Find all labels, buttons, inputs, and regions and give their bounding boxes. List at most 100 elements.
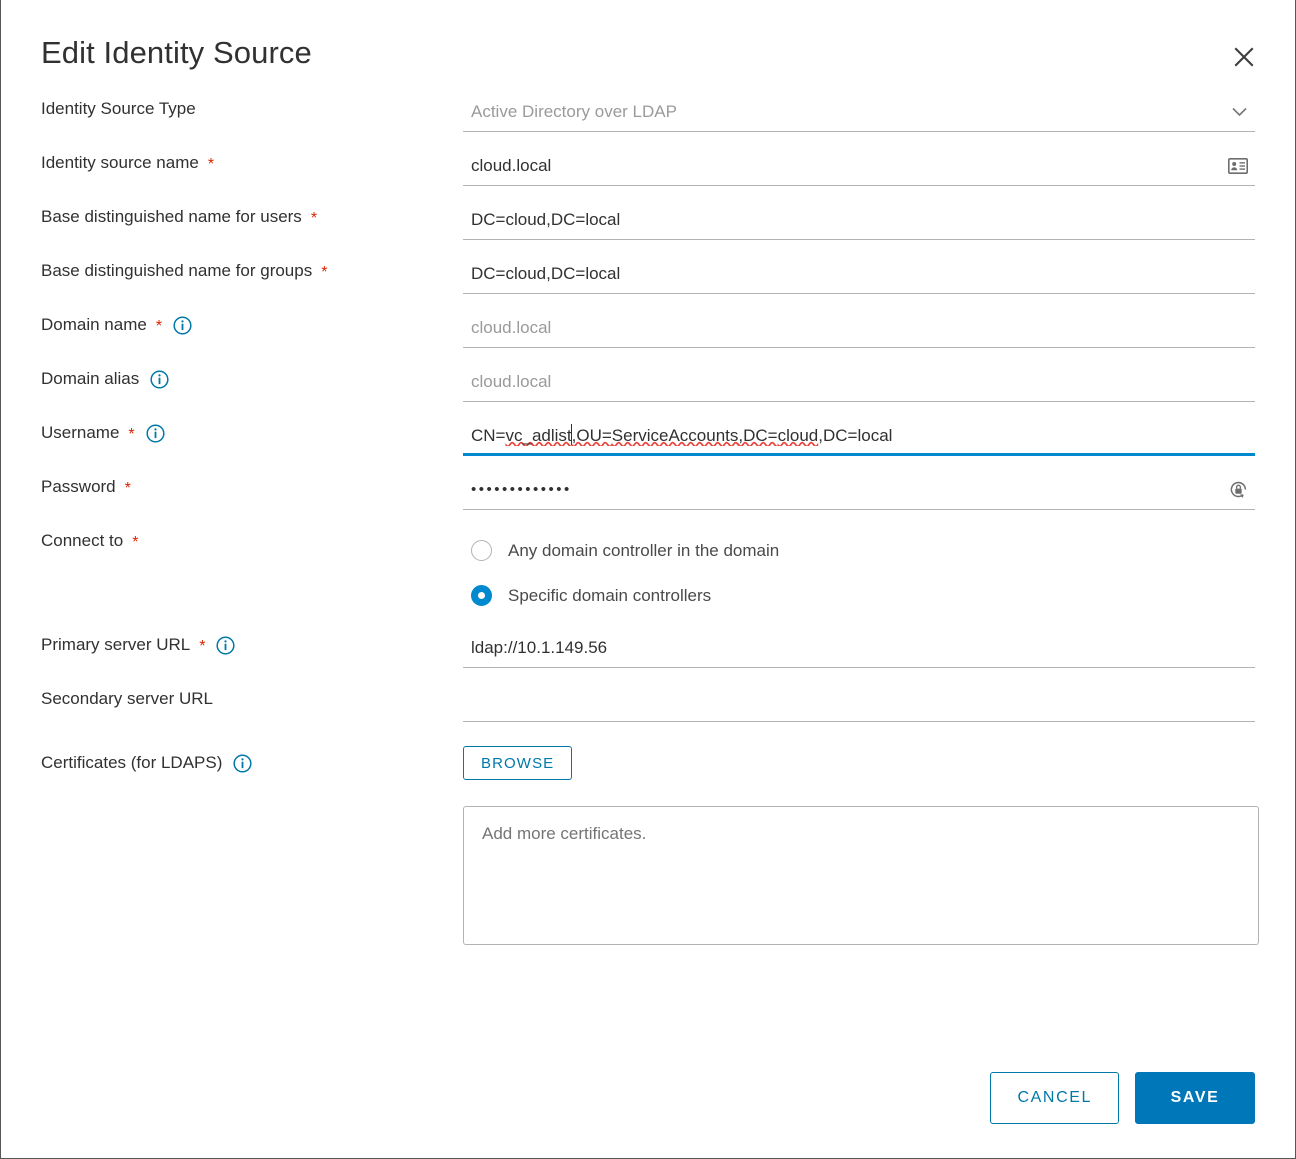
- edit-identity-source-dialog: Edit Identity Source Identity Source Typ…: [0, 0, 1296, 1159]
- dialog-header: Edit Identity Source: [1, 0, 1295, 92]
- base-dn-users-input[interactable]: DC=cloud,DC=local: [463, 200, 1255, 240]
- password-lock-icon[interactable]: [1227, 479, 1249, 501]
- info-icon[interactable]: [233, 754, 252, 773]
- label-text: Identity source name: [41, 152, 199, 174]
- radio-circle-icon: [471, 540, 492, 561]
- required-asterisk: *: [199, 639, 205, 655]
- username-part-dc1-key: ,DC=: [738, 426, 777, 445]
- info-icon[interactable]: [173, 316, 192, 335]
- base-dn-groups-value: DC=cloud,DC=local: [471, 264, 620, 284]
- field-row-connect-to: Connect to * Any domain controller in th…: [41, 524, 1255, 618]
- label-text: Domain alias: [41, 368, 139, 390]
- field-row-identity-source-name: Identity source name * cloud.local: [41, 146, 1255, 200]
- domain-name-placeholder: cloud.local: [471, 318, 551, 338]
- label-domain-alias: Domain alias: [41, 362, 463, 390]
- field-row-certificates: Certificates (for LDAPS) BROWSE Add more…: [41, 746, 1255, 945]
- control-base-dn-groups: DC=cloud,DC=local: [463, 254, 1255, 294]
- radio-circle-selected-icon: [471, 585, 492, 606]
- identity-source-form: Identity Source Type Active Directory ov…: [1, 92, 1295, 945]
- field-row-username: Username * CN=vc_adlist,OU=ServiceAccoun…: [41, 416, 1255, 470]
- control-username: CN=vc_adlist,OU=ServiceAccounts,DC=cloud…: [463, 416, 1255, 456]
- contact-card-icon[interactable]: [1227, 155, 1249, 177]
- info-icon[interactable]: [216, 636, 235, 655]
- label-text: Username: [41, 422, 119, 444]
- required-asterisk: *: [128, 427, 134, 443]
- control-domain-name: cloud.local: [463, 308, 1255, 348]
- primary-server-url-input[interactable]: ldap://10.1.149.56: [463, 628, 1255, 668]
- username-input[interactable]: CN=vc_adlist,OU=ServiceAccounts,DC=cloud…: [463, 416, 1255, 456]
- username-value: CN=vc_adlist,OU=ServiceAccounts,DC=cloud…: [471, 424, 892, 446]
- radio-any-domain-controller[interactable]: Any domain controller in the domain: [463, 528, 1255, 573]
- cancel-button[interactable]: CANCEL: [990, 1072, 1119, 1124]
- label-base-dn-groups: Base distinguished name for groups *: [41, 254, 463, 282]
- label-username: Username *: [41, 416, 463, 444]
- secondary-server-url-input[interactable]: [463, 682, 1255, 722]
- radio-label: Specific domain controllers: [508, 586, 711, 606]
- spacer: [41, 618, 1255, 628]
- required-asterisk: *: [132, 535, 138, 551]
- label-certificates: Certificates (for LDAPS): [41, 746, 463, 774]
- label-text: Base distinguished name for users: [41, 206, 302, 228]
- identity-source-type-select[interactable]: Active Directory over LDAP: [463, 92, 1255, 132]
- required-asterisk: *: [208, 157, 214, 173]
- username-part-cn: CN=: [471, 426, 505, 445]
- certificates-placeholder: Add more certificates.: [482, 824, 646, 843]
- field-row-identity-source-type: Identity Source Type Active Directory ov…: [41, 92, 1255, 146]
- spacer: [41, 736, 1255, 746]
- field-row-password: Password * •••••••••••••: [41, 470, 1255, 524]
- domain-alias-placeholder: cloud.local: [471, 372, 551, 392]
- required-asterisk: *: [125, 481, 131, 497]
- browse-button[interactable]: BROWSE: [463, 746, 572, 780]
- certificates-dropzone[interactable]: Add more certificates.: [463, 806, 1259, 945]
- password-value: •••••••••••••: [471, 481, 572, 498]
- control-password: •••••••••••••: [463, 470, 1255, 510]
- base-dn-groups-input[interactable]: DC=cloud,DC=local: [463, 254, 1255, 294]
- field-row-primary-server-url: Primary server URL * ldap://10.1.149.56: [41, 628, 1255, 682]
- control-secondary-server-url: [463, 682, 1255, 722]
- control-identity-source-name: cloud.local: [463, 146, 1255, 186]
- control-primary-server-url: ldap://10.1.149.56: [463, 628, 1255, 668]
- field-row-secondary-server-url: Secondary server URL: [41, 682, 1255, 736]
- control-certificates: BROWSE Add more certificates.: [463, 746, 1259, 945]
- dialog-footer: CANCEL SAVE: [990, 1072, 1255, 1124]
- label-text: Identity Source Type: [41, 98, 196, 120]
- field-row-domain-alias: Domain alias cloud.local: [41, 362, 1255, 416]
- username-part-ou-key: ,OU=: [572, 426, 612, 445]
- label-text: Secondary server URL: [41, 688, 213, 710]
- label-text: Primary server URL: [41, 634, 190, 656]
- radio-specific-domain-controllers[interactable]: Specific domain controllers: [463, 573, 1255, 618]
- label-secondary-server-url: Secondary server URL: [41, 682, 463, 710]
- label-identity-source-type: Identity Source Type: [41, 92, 463, 120]
- chevron-down-icon[interactable]: [1229, 102, 1249, 122]
- control-identity-source-type: Active Directory over LDAP: [463, 92, 1255, 132]
- label-text: Certificates (for LDAPS): [41, 752, 222, 774]
- primary-server-url-value: ldap://10.1.149.56: [471, 638, 607, 658]
- field-row-base-dn-users: Base distinguished name for users * DC=c…: [41, 200, 1255, 254]
- domain-name-input[interactable]: cloud.local: [463, 308, 1255, 348]
- password-input[interactable]: •••••••••••••: [463, 470, 1255, 510]
- label-domain-name: Domain name *: [41, 308, 463, 336]
- connect-to-radio-group: Any domain controller in the domain Spec…: [463, 524, 1255, 618]
- username-part-dc1-val: cloud: [778, 426, 819, 445]
- username-part-account: vc_adlist: [505, 426, 571, 445]
- label-base-dn-users: Base distinguished name for users *: [41, 200, 463, 228]
- label-text: Password: [41, 476, 116, 498]
- info-icon[interactable]: [150, 370, 169, 389]
- identity-source-name-input[interactable]: cloud.local: [463, 146, 1255, 186]
- field-row-domain-name: Domain name * cloud.local: [41, 308, 1255, 362]
- label-text: Base distinguished name for groups: [41, 260, 312, 282]
- label-text: Domain name: [41, 314, 147, 336]
- page-title: Edit Identity Source: [41, 34, 1255, 72]
- identity-source-name-value: cloud.local: [471, 156, 551, 176]
- field-row-base-dn-groups: Base distinguished name for groups * DC=…: [41, 254, 1255, 308]
- save-button[interactable]: SAVE: [1135, 1072, 1255, 1124]
- label-identity-source-name: Identity source name *: [41, 146, 463, 174]
- info-icon[interactable]: [146, 424, 165, 443]
- label-connect-to: Connect to *: [41, 524, 463, 552]
- required-asterisk: *: [156, 319, 162, 335]
- radio-label: Any domain controller in the domain: [508, 541, 779, 561]
- identity-source-type-value: Active Directory over LDAP: [471, 102, 677, 122]
- domain-alias-input[interactable]: cloud.local: [463, 362, 1255, 402]
- close-icon[interactable]: [1227, 40, 1261, 74]
- username-part-dc2-val: local: [857, 426, 892, 445]
